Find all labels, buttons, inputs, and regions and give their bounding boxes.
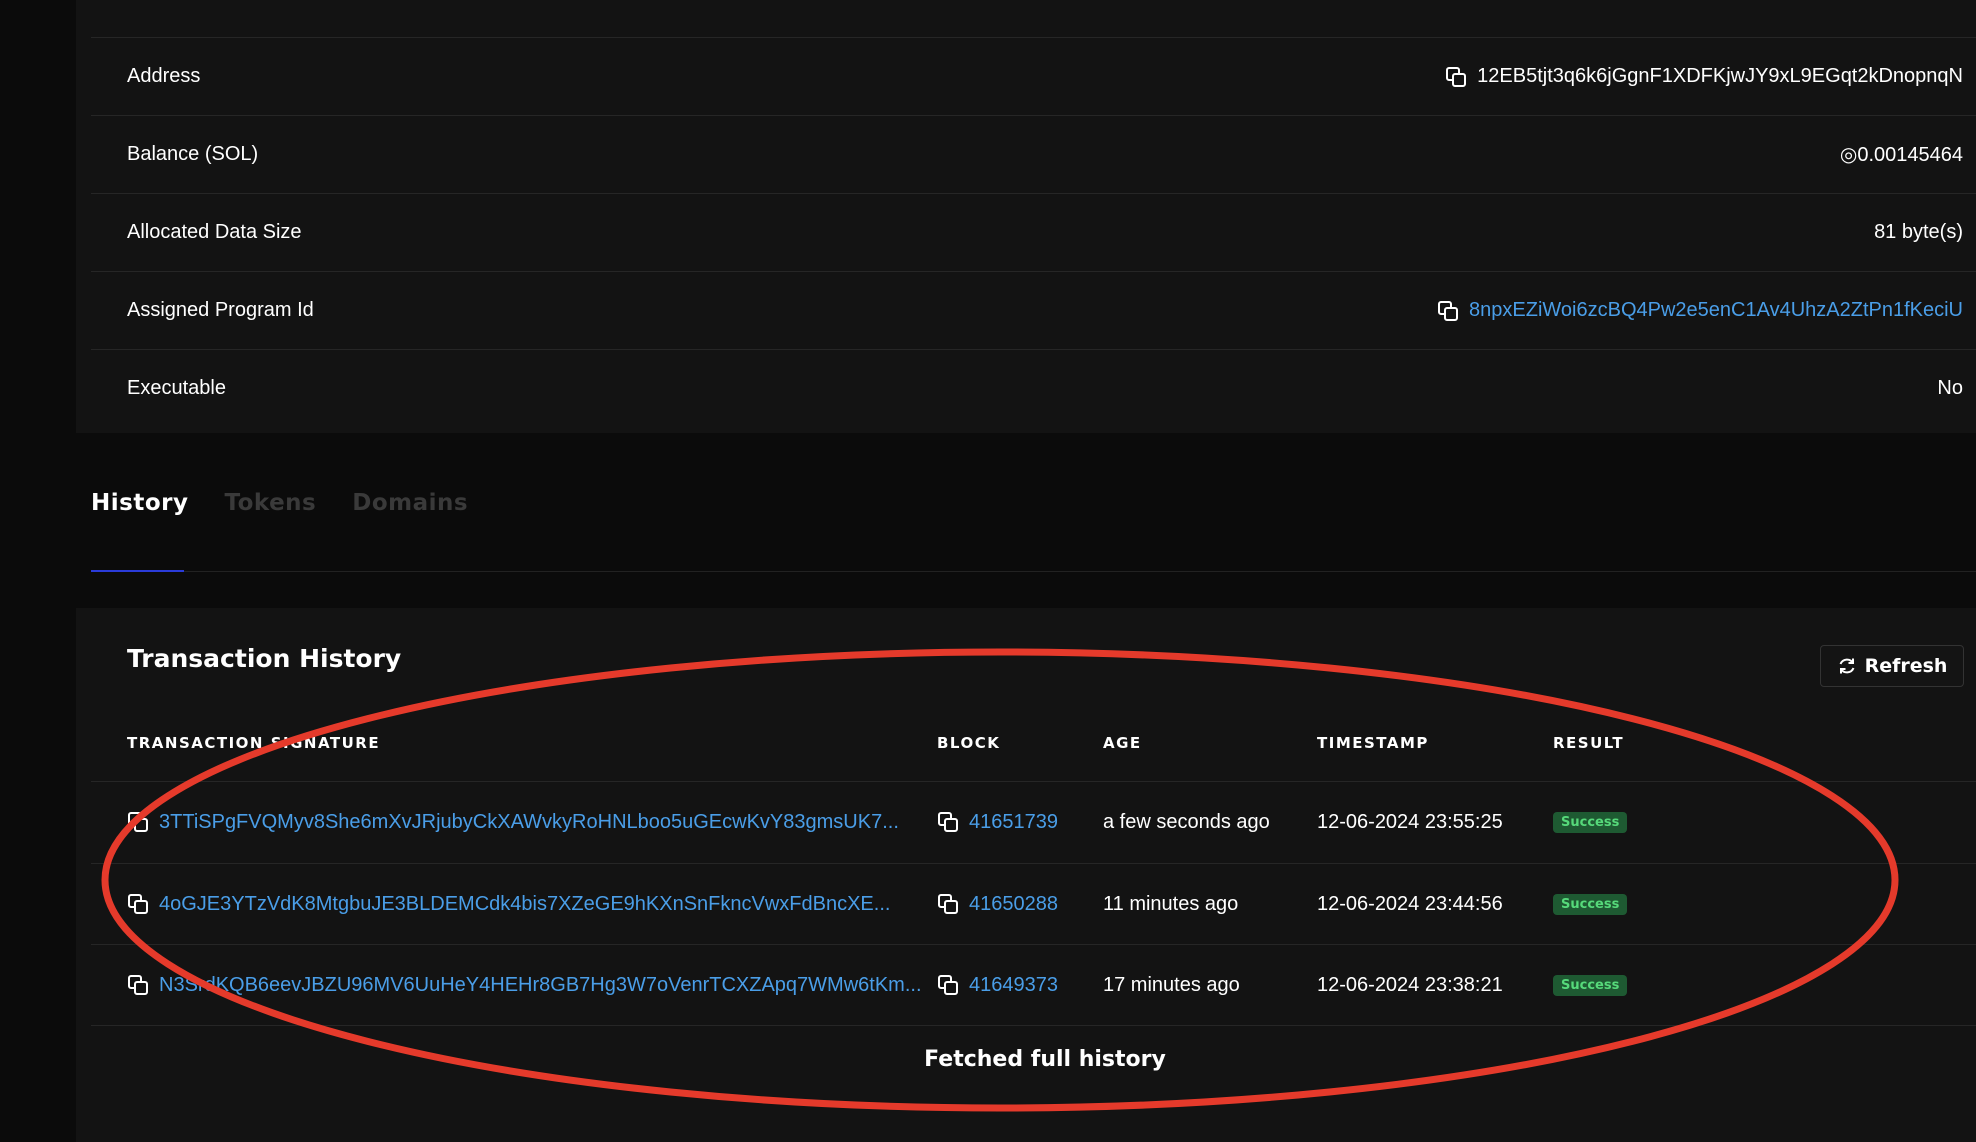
info-label: Balance (SOL)	[127, 143, 259, 165]
age-cell: a few seconds ago	[1103, 810, 1270, 833]
result-cell: Success	[1553, 864, 1628, 944]
block-cell: 41651739	[937, 782, 1058, 862]
result-cell: Success	[1553, 782, 1628, 862]
active-tab-indicator	[91, 570, 184, 572]
block-cell: 41650288	[937, 864, 1058, 944]
status-badge: Success	[1553, 811, 1628, 833]
info-label: Allocated Data Size	[127, 221, 302, 243]
tab-bar: History Tokens Domains	[91, 490, 468, 516]
signature-cell: N3SrdKQB6eevJBZU96MV6UuHeY4HEHr8GB7Hg3W7…	[127, 945, 922, 1025]
info-row-address: Address 12EB5tjt3q6k6jGgnF1XDFKjwJY9xL9E…	[91, 37, 1976, 115]
column-header-signature: TRANSACTION SIGNATURE	[127, 734, 381, 752]
block-cell: 41649373	[937, 945, 1058, 1025]
block-link[interactable]: 41651739	[969, 811, 1058, 834]
status-badge: Success	[1553, 893, 1628, 915]
signature-cell: 4oGJE3YTzVdK8MtgbuJE3BLDEMCdk4bis7XZeGE9…	[127, 864, 890, 944]
info-value: 12EB5tjt3q6k6jGgnF1XDFKjwJY9xL9EGqt2kDno…	[1445, 65, 1963, 88]
copy-icon[interactable]	[1445, 66, 1467, 88]
refresh-button[interactable]: Refresh	[1820, 645, 1964, 687]
column-header-age: AGE	[1103, 734, 1142, 752]
table-divider	[91, 1025, 1976, 1026]
history-footer: Fetched full history	[924, 1047, 1166, 1072]
table-row: 4oGJE3YTzVdK8MtgbuJE3BLDEMCdk4bis7XZeGE9…	[91, 864, 1976, 944]
executable-value: No	[1937, 377, 1963, 399]
column-header-result: RESULT	[1553, 734, 1625, 752]
copy-icon[interactable]	[127, 811, 149, 833]
tab-tokens[interactable]: Tokens	[224, 490, 316, 516]
data-size-value: 81 byte(s)	[1874, 221, 1963, 243]
info-row-program-id: Assigned Program Id 8npxEZiWoi6zcBQ4Pw2e…	[91, 271, 1976, 349]
column-header-timestamp: TIMESTAMP	[1317, 734, 1429, 752]
info-label: Assigned Program Id	[127, 299, 314, 321]
section-title: Transaction History	[127, 644, 402, 673]
signature-link[interactable]: 3TTiSPgFVQMyv8She6mXvJRjubyCkXAWvkyRoHNL…	[159, 811, 899, 834]
copy-icon[interactable]	[937, 893, 959, 915]
status-badge: Success	[1553, 974, 1628, 996]
program-id-link[interactable]: 8npxEZiWoi6zcBQ4Pw2e5enC1Av4UhzA2ZtPn1fK…	[1469, 299, 1963, 322]
tab-history[interactable]: History	[91, 490, 188, 516]
table-row: N3SrdKQB6eevJBZU96MV6UuHeY4HEHr8GB7Hg3W7…	[91, 945, 1976, 1025]
copy-icon[interactable]	[1437, 300, 1459, 322]
block-link[interactable]: 41650288	[969, 893, 1058, 916]
table-row: 3TTiSPgFVQMyv8She6mXvJRjubyCkXAWvkyRoHNL…	[91, 782, 1976, 862]
copy-icon[interactable]	[127, 974, 149, 996]
refresh-icon	[1837, 656, 1857, 676]
copy-icon[interactable]	[937, 974, 959, 996]
info-row-executable: Executable No	[91, 349, 1976, 427]
copy-icon[interactable]	[127, 893, 149, 915]
tab-divider	[91, 571, 1976, 572]
info-row-data-size: Allocated Data Size 81 byte(s)	[91, 193, 1976, 271]
timestamp-cell: 12-06-2024 23:44:56	[1317, 892, 1503, 915]
address-value: 12EB5tjt3q6k6jGgnF1XDFKjwJY9xL9EGqt2kDno…	[1477, 65, 1963, 87]
signature-link[interactable]: 4oGJE3YTzVdK8MtgbuJE3BLDEMCdk4bis7XZeGE9…	[159, 893, 890, 916]
info-value: 8npxEZiWoi6zcBQ4Pw2e5enC1Av4UhzA2ZtPn1fK…	[1437, 299, 1963, 322]
info-row-balance: Balance (SOL) ◎0.00145464	[91, 115, 1976, 193]
age-cell: 11 minutes ago	[1103, 892, 1239, 915]
column-header-block: BLOCK	[937, 734, 1001, 752]
result-cell: Success	[1553, 945, 1628, 1025]
block-link[interactable]: 41649373	[969, 974, 1058, 997]
refresh-label: Refresh	[1864, 655, 1948, 677]
balance-value: ◎0.00145464	[1839, 144, 1963, 166]
timestamp-cell: 12-06-2024 23:38:21	[1317, 973, 1503, 996]
info-label: Executable	[127, 377, 226, 399]
copy-icon[interactable]	[937, 811, 959, 833]
signature-cell: 3TTiSPgFVQMyv8She6mXvJRjubyCkXAWvkyRoHNL…	[127, 782, 899, 862]
info-label: Address	[127, 65, 201, 87]
signature-link[interactable]: N3SrdKQB6eevJBZU96MV6UuHeY4HEHr8GB7Hg3W7…	[159, 974, 922, 997]
tab-domains[interactable]: Domains	[352, 490, 468, 516]
timestamp-cell: 12-06-2024 23:55:25	[1317, 810, 1503, 833]
age-cell: 17 minutes ago	[1103, 973, 1240, 996]
page: Address 12EB5tjt3q6k6jGgnF1XDFKjwJY9xL9E…	[0, 0, 1976, 1142]
